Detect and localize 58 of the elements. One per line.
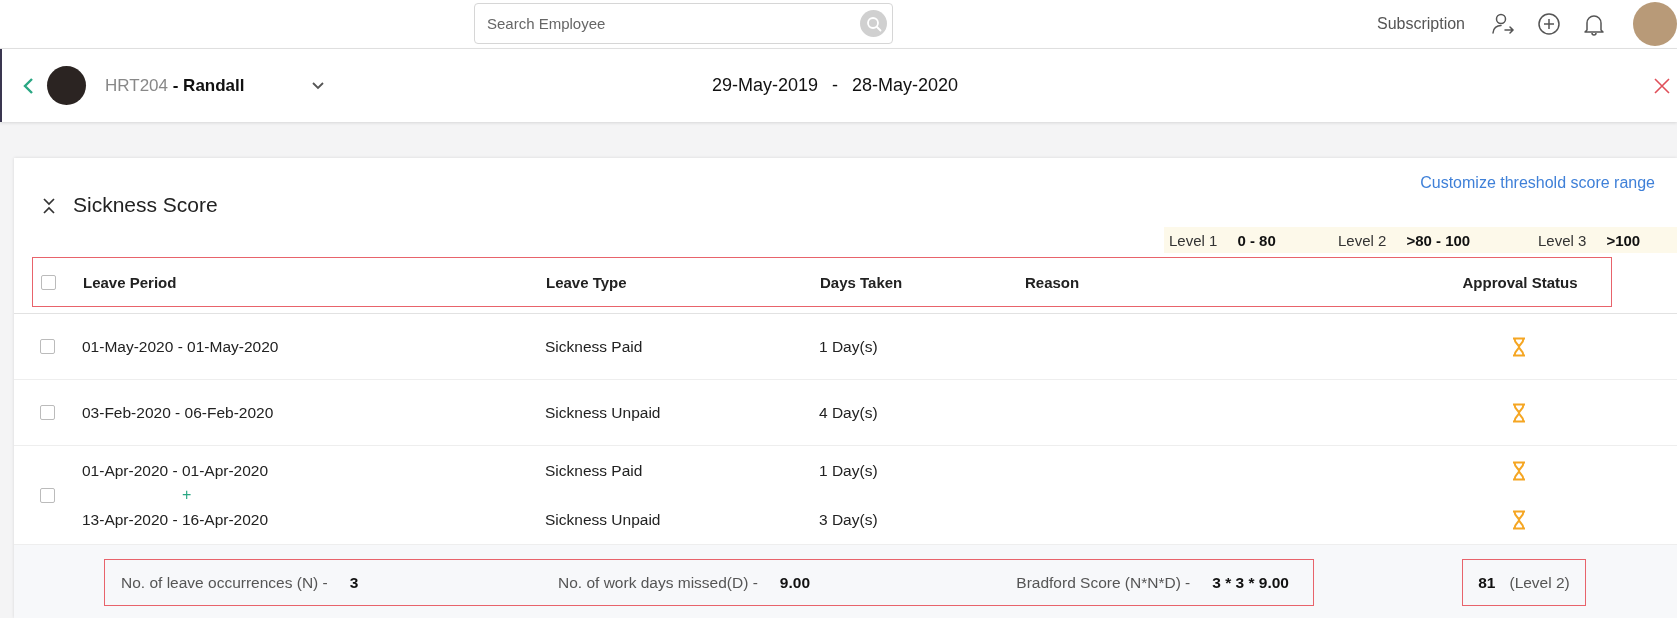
leave-type: Sickness Paid xyxy=(545,461,644,480)
score-value: 81 xyxy=(1478,573,1496,592)
leave-period: 03-Feb-2020 - 06-Feb-2020 xyxy=(82,403,275,422)
checkbox[interactable] xyxy=(40,339,55,354)
days-taken: 3 Day(s) xyxy=(819,510,879,529)
close-icon[interactable] xyxy=(1653,76,1671,95)
period-end: 28-May-2020 xyxy=(852,75,959,96)
checkbox[interactable] xyxy=(41,274,56,290)
days-taken: 1 Day(s) xyxy=(819,337,879,356)
user-arrow-icon[interactable] xyxy=(1491,12,1515,36)
summary-value: 9.00 xyxy=(779,573,810,592)
level-range: >100 xyxy=(1606,231,1641,249)
days-taken: 4 Day(s) xyxy=(819,403,879,422)
leave-type: Sickness Unpaid xyxy=(545,510,662,529)
level-label: Level 2 xyxy=(1338,231,1387,249)
level-label: Level 3 xyxy=(1538,231,1587,249)
leave-type: Sickness Paid xyxy=(545,337,644,356)
hourglass-icon xyxy=(1511,402,1527,423)
card-title: Sickness Score xyxy=(73,193,218,217)
summary-value: 3 * 3 * 9.00 xyxy=(1212,573,1289,592)
summary-label: Bradford Score (N*N*D) - xyxy=(1016,573,1191,592)
checkbox[interactable] xyxy=(40,487,55,503)
leave-period: 01-Apr-2020 - 01-Apr-2020 xyxy=(82,461,270,480)
summary-label: No. of leave occurrences (N) - xyxy=(121,573,328,592)
level-range: 0 - 80 xyxy=(1237,231,1276,249)
employee-avatar xyxy=(47,66,86,105)
summary-label: No. of work days missed(D) - xyxy=(558,573,758,592)
add-icon[interactable] xyxy=(1537,12,1561,36)
level-label: Level 1 xyxy=(1169,231,1218,249)
hourglass-icon xyxy=(1511,460,1527,481)
search-field[interactable]: Search Employee xyxy=(474,3,893,44)
column-header: Leave Period xyxy=(83,273,178,291)
leave-period: 01-May-2020 - 01-May-2020 xyxy=(82,337,280,356)
bell-icon[interactable] xyxy=(1583,12,1605,36)
days-taken: 1 Day(s) xyxy=(819,461,879,480)
collapse-icon[interactable] xyxy=(42,198,56,214)
checkbox[interactable] xyxy=(40,405,55,420)
level-range: >80 - 100 xyxy=(1406,231,1471,249)
period-start: 29-May-2019 xyxy=(712,75,819,96)
chevron-down-icon[interactable] xyxy=(311,81,325,90)
hourglass-icon xyxy=(1511,336,1527,357)
leave-type: Sickness Unpaid xyxy=(545,403,662,422)
employee-name: - Randall xyxy=(172,75,245,95)
column-header: Leave Type xyxy=(546,273,628,291)
summary-value: 3 xyxy=(349,573,359,592)
customize-threshold-link[interactable]: Customize threshold score range xyxy=(1420,174,1655,192)
column-header: Reason xyxy=(1025,273,1081,291)
period-separator: - xyxy=(832,75,839,96)
subscription-link[interactable]: Subscription xyxy=(1376,15,1465,33)
column-header: Approval Status xyxy=(1462,273,1578,291)
employee-id: HRT204 xyxy=(105,75,168,95)
back-icon[interactable] xyxy=(22,76,34,95)
leave-period: 13-Apr-2020 - 16-Apr-2020 xyxy=(82,510,270,529)
avatar[interactable] xyxy=(1633,2,1677,46)
score-level: (Level 2) xyxy=(1509,573,1570,592)
hourglass-icon xyxy=(1511,509,1527,530)
joiner: + xyxy=(182,486,192,504)
column-header: Days Taken xyxy=(820,273,904,291)
